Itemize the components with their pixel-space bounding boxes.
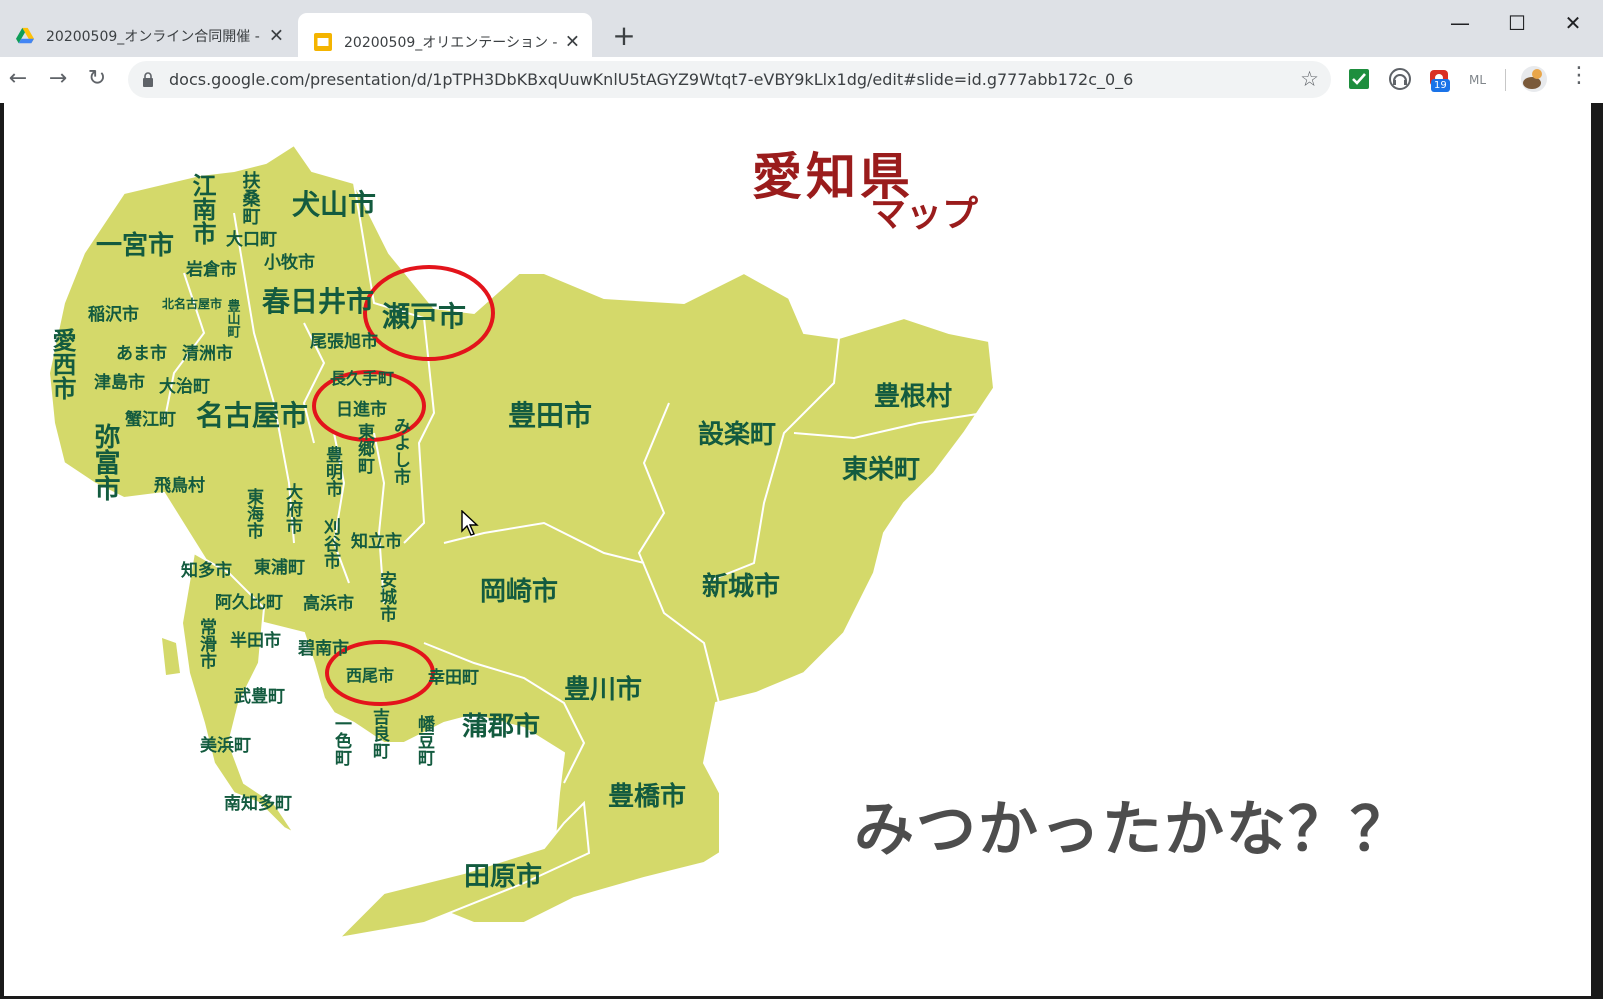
city-label: 高浜市: [303, 593, 354, 614]
slide-subtitle: マップ: [870, 193, 979, 235]
city-label: 岩倉市: [185, 259, 237, 280]
city-label: 南知多町: [224, 793, 292, 814]
city-label: 大府市: [282, 482, 303, 534]
extension-badge: 19: [1431, 79, 1450, 92]
city-label: 江南市: [188, 173, 216, 245]
city-label: 豊田市: [508, 399, 592, 432]
city-label: 刈谷市: [320, 517, 341, 569]
city-label: 阿久比町: [215, 592, 283, 613]
city-label: 東海市: [243, 487, 264, 539]
city-label: 大治町: [159, 376, 210, 397]
headphones-icon[interactable]: [1388, 67, 1412, 91]
city-label: 小牧市: [264, 252, 315, 273]
bookmark-star-icon[interactable]: ☆: [1300, 67, 1319, 91]
city-label: 大口町: [226, 229, 277, 250]
city-label: 愛西市: [48, 328, 76, 400]
city-label: 吉良町: [369, 708, 390, 760]
profile-avatar[interactable]: [1520, 65, 1548, 93]
toolbar-separator: [1505, 69, 1506, 91]
city-label: 豊根村: [874, 382, 952, 412]
close-tab-icon[interactable]: ✕: [269, 26, 284, 47]
city-label: 岡崎市: [480, 576, 558, 607]
city-label: みよし市: [390, 417, 411, 485]
new-tab-button[interactable]: +: [610, 18, 638, 54]
green-check-icon[interactable]: [1347, 67, 1371, 91]
city-label: 幡豆町: [414, 714, 435, 767]
city-label: 田原市: [464, 861, 542, 892]
city-label: 常滑市: [196, 617, 217, 669]
tab-title: 20200509_オンライン合同開催 - Go: [46, 29, 264, 45]
city-label: 蟹江町: [125, 409, 176, 430]
tab-title: 20200509_オリエンテーション - Goog: [344, 34, 562, 51]
tab-drive[interactable]: 20200509_オンライン合同開催 - Go ✕: [0, 13, 296, 59]
city-label: 武豊町: [234, 686, 285, 707]
browser-toolbar: ← → ↻ docs.google.com/presentation/d/1pT…: [0, 57, 1603, 103]
city-label: 春日井市: [262, 285, 374, 318]
city-label: 弥富市: [90, 422, 120, 501]
google-drive-icon: [16, 27, 34, 44]
address-bar[interactable]: docs.google.com/presentation/d/1pTPH3DbK…: [128, 61, 1331, 98]
mouse-pointer-icon: [461, 510, 479, 536]
question-text: みつかったかな？？: [854, 795, 1412, 865]
city-label: 東浦町: [254, 557, 305, 578]
reload-icon[interactable]: ↻: [81, 63, 113, 95]
city-label: 清洲市: [182, 343, 233, 364]
forward-icon[interactable]: →: [42, 63, 74, 95]
city-label: 日進市: [336, 399, 387, 420]
city-label: 尾張旭市: [310, 331, 378, 352]
city-label: 蒲郡市: [462, 711, 540, 742]
close-tab-icon[interactable]: ✕: [565, 31, 580, 52]
lock-icon: [143, 72, 153, 87]
google-slides-icon: [314, 32, 332, 51]
city-label: 一宮市: [96, 230, 174, 261]
city-label: 津島市: [94, 372, 145, 393]
city-label: 新城市: [702, 571, 780, 602]
maximize-icon[interactable]: ☐: [1494, 8, 1540, 38]
svg-text:ML: ML: [1469, 73, 1486, 87]
city-label: 豊橋市: [608, 781, 686, 812]
kebab-menu-icon[interactable]: ⋮: [1568, 63, 1590, 88]
close-window-icon[interactable]: ✕: [1550, 8, 1596, 38]
city-label: 設楽町: [698, 419, 776, 450]
city-label: 扶桑町: [240, 170, 261, 225]
browser-chrome: 20200509_オンライン合同開催 - Go ✕ 20200509_オリエンテ…: [0, 0, 1603, 103]
city-label: 東栄町: [842, 455, 920, 485]
ml-icon[interactable]: ML: [1467, 67, 1491, 91]
city-label: 北名古屋市: [162, 296, 222, 311]
city-label: 犬山市: [292, 188, 376, 221]
city-label: あま市: [116, 343, 167, 364]
city-label: 長久手町: [330, 369, 394, 388]
city-label: 知立市: [350, 531, 402, 552]
map-island: [162, 638, 180, 675]
city-label: 美浜町: [200, 735, 251, 756]
url-text: docs.google.com/presentation/d/1pTPH3DbK…: [169, 70, 1134, 89]
city-label: 一色町: [331, 715, 352, 767]
city-label: 碧南市: [297, 638, 349, 659]
city-label: 飛鳥村: [153, 475, 205, 496]
city-label: 半田市: [230, 630, 281, 651]
city-label: 東郷町: [354, 422, 375, 475]
city-label: 豊川市: [564, 674, 642, 705]
city-label: 瀬戸市: [382, 300, 466, 333]
minimize-icon[interactable]: —: [1437, 8, 1483, 38]
city-label: 安城市: [376, 570, 397, 622]
city-label: 西尾市: [346, 666, 394, 685]
city-label: 豊山町: [225, 298, 241, 339]
city-label: 豊明市: [322, 445, 343, 497]
back-icon[interactable]: ←: [2, 63, 34, 95]
city-label: 名古屋市: [196, 399, 308, 432]
slide-canvas: 江南市 扶桑町 犬山市 一宮市 大口町 岩倉市 小牧市 稲沢市 北名古屋市 豊山…: [4, 103, 1591, 996]
city-label: 稲沢市: [88, 304, 139, 325]
city-label: 幸田町: [428, 667, 479, 688]
city-label: 知多市: [180, 560, 232, 581]
